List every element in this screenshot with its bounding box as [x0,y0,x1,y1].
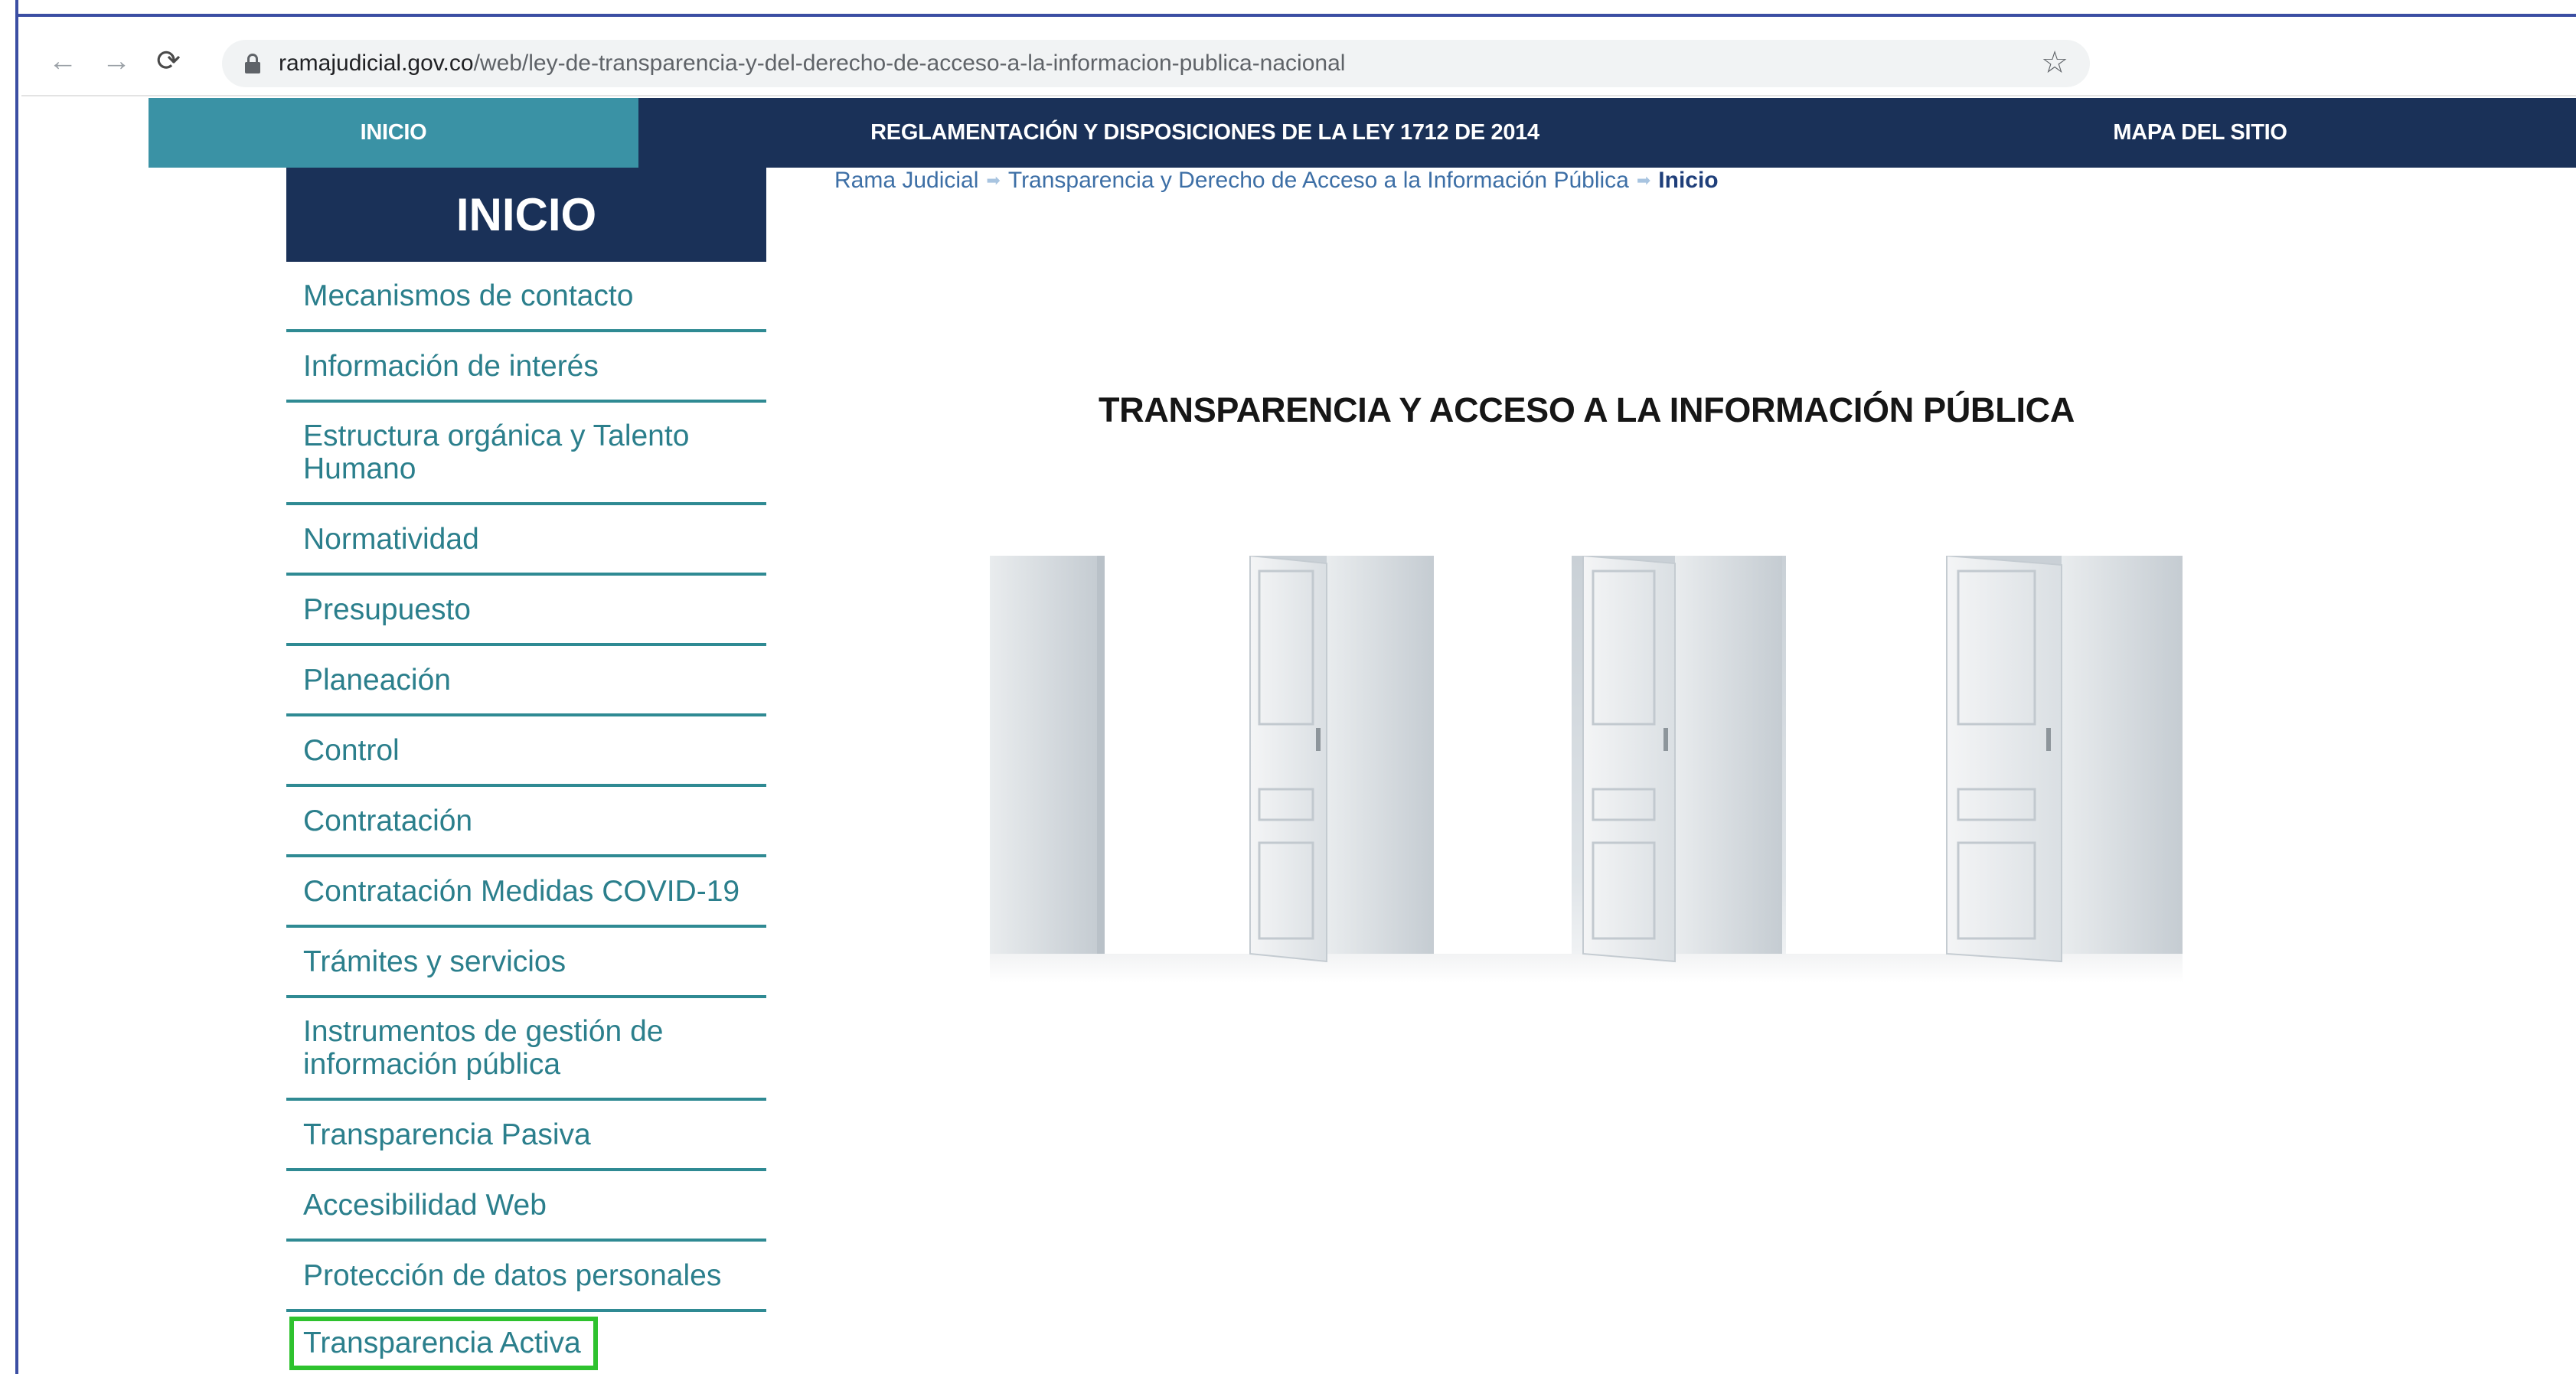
screenshot-frame-left [0,0,18,1374]
sidebar-item-informacion-de-interes[interactable]: Información de interés [286,332,766,403]
lock-icon[interactable] [245,54,260,73]
site-top-nav: INICIO REGLAMENTACIÓN Y DISPOSICIONES DE… [149,98,2576,168]
address-bar[interactable]: ramajudicial.gov.co/web/ley-de-transpare… [222,40,2090,87]
breadcrumb-transparencia[interactable]: Transparencia y Derecho de Acceso a la I… [1008,168,1629,194]
bookmark-star-icon[interactable]: ☆ [2041,47,2068,78]
page-title: TRANSPARENCIA Y ACCESO A LA INFORMACIÓN … [1098,390,2075,429]
breadcrumb-rama-judicial[interactable]: Rama Judicial [834,168,978,194]
url-path: /web/ley-de-transparencia-y-del-derecho-… [473,51,1346,76]
breadcrumb-separator-icon: ➡ [986,171,1001,190]
sidebar-item-mecanismos-de-contacto[interactable]: Mecanismos de contacto [286,262,766,332]
url-text[interactable]: ramajudicial.gov.co/web/ley-de-transpare… [279,51,1345,77]
sidebar-item-transparencia-activa[interactable]: Transparencia Activa [286,1312,766,1373]
url-host: ramajudicial.gov.co [279,51,474,76]
sidebar-menu: Mecanismos de contacto Información de in… [286,262,766,1373]
breadcrumb-separator-icon: ➡ [1636,171,1651,190]
doors-illustration [990,556,2183,983]
topnav-inicio[interactable]: INICIO [149,98,638,168]
sidebar-item-estructura-organica[interactable]: Estructura orgánica y Talento Humano [286,403,766,505]
forward-arrow-icon[interactable]: → [98,43,135,80]
sidebar-item-accesibilidad-web[interactable]: Accesibilidad Web [286,1171,766,1242]
sidebar-item-instrumentos-de-gestion[interactable]: Instrumentos de gestión de información p… [286,998,766,1101]
sidebar-title: INICIO [286,168,766,262]
sidebar-item-presupuesto[interactable]: Presupuesto [286,576,766,646]
sidebar-item-contratacion[interactable]: Contratación [286,787,766,857]
topnav-mapa-del-sitio[interactable]: MAPA DEL SITIO [1925,98,2476,168]
sidebar-item-contratacion-covid[interactable]: Contratación Medidas COVID-19 [286,857,766,928]
highlight-box [289,1317,598,1370]
sidebar-item-tramites-y-servicios[interactable]: Trámites y servicios [286,928,766,998]
topnav-reglamentacion[interactable]: REGLAMENTACIÓN Y DISPOSICIONES DE LA LEY… [638,98,1771,168]
back-arrow-icon[interactable]: ← [44,43,81,80]
sidebar-item-control[interactable]: Control [286,716,766,787]
breadcrumb: Rama Judicial ➡ Transparencia y Derecho … [834,165,1719,196]
breadcrumb-current: Inicio [1658,168,1719,193]
reload-icon[interactable]: ⟳ [150,43,187,80]
sidebar-item-normatividad[interactable]: Normatividad [286,505,766,576]
sidebar-item-proteccion-de-datos[interactable]: Protección de datos personales [286,1242,766,1312]
sidebar-item-planeacion[interactable]: Planeación [286,646,766,716]
browser-toolbar: ← → ⟳ ramajudicial.gov.co/web/ley-de-tra… [21,17,2576,96]
sidebar-item-transparencia-pasiva[interactable]: Transparencia Pasiva [286,1101,766,1171]
